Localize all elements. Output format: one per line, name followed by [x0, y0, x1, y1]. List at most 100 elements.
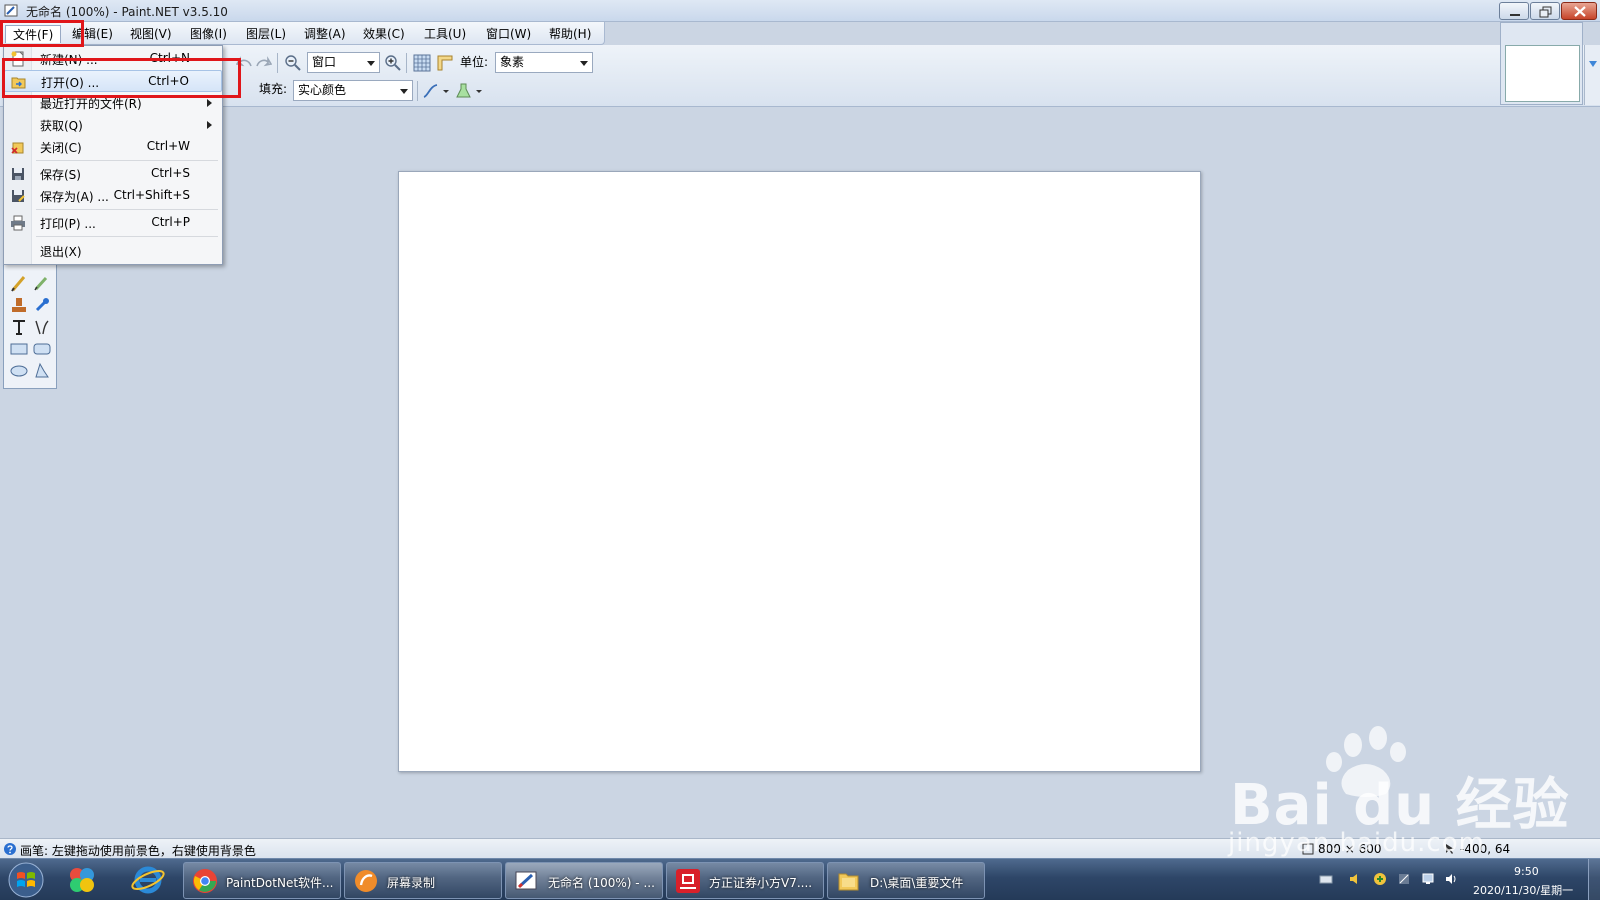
- menu-separator: [36, 209, 218, 210]
- toolbar-separator: [406, 53, 407, 73]
- pinned-app-icon[interactable]: [64, 863, 100, 897]
- image-thumbnail[interactable]: [1505, 45, 1580, 102]
- save-icon: [12, 168, 24, 180]
- task-fangzheng-securities[interactable]: 方正证券小方V7....: [666, 862, 824, 899]
- menu-item-save-as[interactable]: 保存为(A) ... Ctrl+Shift+S: [4, 185, 222, 207]
- menu-item-label: 保存(S): [40, 168, 81, 182]
- task-label: 屏幕录制: [387, 876, 436, 890]
- recolor-tool-icon[interactable]: [32, 295, 52, 315]
- restore-button[interactable]: [1530, 2, 1560, 20]
- ellipse-tool-icon[interactable]: [9, 361, 29, 381]
- highlight-file-menu: [0, 20, 84, 47]
- menu-item-acquire[interactable]: 获取(Q): [4, 114, 222, 136]
- minimize-button[interactable]: [1499, 2, 1529, 20]
- task-paintnet-window[interactable]: 无命名 (100%) - ...: [505, 862, 663, 899]
- submenu-arrow-icon: [207, 99, 212, 107]
- fill-label: 填充:: [259, 82, 288, 96]
- chrome-icon: [193, 869, 217, 893]
- menu-tools[interactable]: 工具(U): [417, 25, 473, 43]
- tray-app-icon[interactable]: [1397, 872, 1411, 886]
- menu-separator: [36, 236, 218, 237]
- menu-item-label: 关闭(C): [40, 141, 82, 155]
- keyboard-icon[interactable]: [1319, 872, 1333, 886]
- line-curve-tool-icon[interactable]: [32, 317, 52, 337]
- thumbnail-scroll-button[interactable]: [1584, 45, 1600, 105]
- chevron-down-icon: [580, 61, 588, 66]
- task-folder-important-files[interactable]: D:\桌面\重要文件: [827, 862, 985, 899]
- text-tool-icon[interactable]: [9, 317, 29, 337]
- rectangle-tool-icon[interactable]: [9, 339, 29, 359]
- menu-item-shortcut: Ctrl+Shift+S: [113, 188, 190, 202]
- chevron-down-icon: [367, 61, 375, 66]
- menu-effects[interactable]: 效果(C): [356, 25, 412, 43]
- windows-start-button[interactable]: [4, 861, 48, 899]
- antialiasing-icon[interactable]: [422, 82, 440, 100]
- menu-adjustments[interactable]: 调整(A): [297, 25, 353, 43]
- unit-label: 单位:: [460, 55, 489, 69]
- menu-layers[interactable]: 图层(L): [239, 25, 293, 43]
- ruler-icon[interactable]: [436, 54, 454, 72]
- image-thumbnail-panel[interactable]: [1500, 22, 1583, 105]
- volume-icon[interactable]: [1444, 872, 1458, 886]
- security-tray-icon[interactable]: [1373, 872, 1387, 886]
- close-window-button[interactable]: [1561, 2, 1597, 20]
- folder-icon: [838, 873, 859, 891]
- paintnet-app-icon: [4, 4, 18, 17]
- blend-mode-icon[interactable]: [455, 82, 473, 100]
- blend-mode-dropdown[interactable]: [474, 82, 484, 100]
- menu-item-save[interactable]: 保存(S) Ctrl+S: [4, 163, 222, 185]
- close-icon: [1574, 6, 1586, 17]
- antialiasing-dropdown[interactable]: [441, 82, 451, 100]
- tools-panel: [3, 254, 57, 389]
- toolbar-separator: [277, 53, 278, 73]
- redo-icon[interactable]: [254, 54, 272, 72]
- clock-date[interactable]: 2020/11/30/星期一: [1473, 882, 1573, 898]
- menu-view[interactable]: 视图(V): [123, 25, 179, 43]
- highlight-open-item: [2, 58, 241, 98]
- paintnet-icon: [515, 871, 537, 890]
- task-screen-recording[interactable]: 屏幕录制: [344, 862, 502, 899]
- task-label: 无命名 (100%) - ...: [548, 876, 655, 890]
- restore-icon: [1539, 6, 1552, 18]
- paintbrush-tool-icon[interactable]: [9, 273, 29, 293]
- menu-item-label: 退出(X): [40, 245, 82, 259]
- image-canvas[interactable]: [398, 171, 1201, 772]
- show-desktop-button[interactable]: [1588, 859, 1600, 900]
- zoom-out-icon[interactable]: [284, 54, 302, 72]
- menu-item-shortcut: Ctrl+W: [146, 139, 190, 153]
- zoom-select-value: 窗口: [312, 55, 337, 69]
- taskbar: PaintDotNet软件... 屏幕录制 无命名 (100%) - ... 方…: [0, 858, 1600, 900]
- internet-explorer-icon[interactable]: [130, 863, 166, 897]
- chevron-down-icon: [1589, 61, 1597, 67]
- menu-item-exit[interactable]: 退出(X): [4, 240, 222, 262]
- speaker-tray-icon[interactable]: [1348, 872, 1362, 886]
- network-icon[interactable]: [1421, 872, 1435, 886]
- fangzheng-securities-icon: [676, 869, 700, 893]
- task-paintdotnet-software[interactable]: PaintDotNet软件...: [183, 862, 341, 899]
- clone-stamp-tool-icon[interactable]: [9, 295, 29, 315]
- menu-window[interactable]: 窗口(W): [479, 25, 538, 43]
- clock-time[interactable]: 9:50: [1514, 865, 1539, 878]
- menu-item-close[interactable]: 关闭(C) Ctrl+W: [4, 136, 222, 158]
- unit-select[interactable]: 象素: [495, 52, 593, 73]
- grid-icon[interactable]: [413, 54, 431, 72]
- watermark-url: jingyan.baidu.com: [1228, 828, 1485, 858]
- window-title: 无命名 (100%) - Paint.NET v3.5.10: [26, 5, 228, 19]
- save-as-icon: [12, 190, 25, 202]
- minimize-icon: [1510, 14, 1520, 16]
- menu-image[interactable]: 图像(I): [183, 25, 234, 43]
- unit-select-value: 象素: [500, 55, 525, 69]
- pencil-tool-icon[interactable]: [32, 273, 52, 293]
- menu-help[interactable]: 帮助(H): [542, 25, 598, 43]
- fill-select[interactable]: 实心颜色: [293, 80, 413, 101]
- rounded-rectangle-tool-icon[interactable]: [32, 339, 52, 359]
- submenu-arrow-icon: [207, 121, 212, 129]
- menu-item-print[interactable]: 打印(P) ... Ctrl+P: [4, 212, 222, 234]
- toolbar-separator: [417, 81, 418, 101]
- menu-bar: 文件(F) 编辑(E) 视图(V) 图像(I) 图层(L) 调整(A) 效果(C…: [0, 22, 605, 45]
- freeform-shape-tool-icon[interactable]: [32, 361, 52, 381]
- zoom-select[interactable]: 窗口: [307, 52, 380, 73]
- close-file-icon: [11, 142, 24, 154]
- title-bar[interactable]: 无命名 (100%) - Paint.NET v3.5.10: [0, 0, 1600, 22]
- zoom-in-icon[interactable]: [384, 54, 402, 72]
